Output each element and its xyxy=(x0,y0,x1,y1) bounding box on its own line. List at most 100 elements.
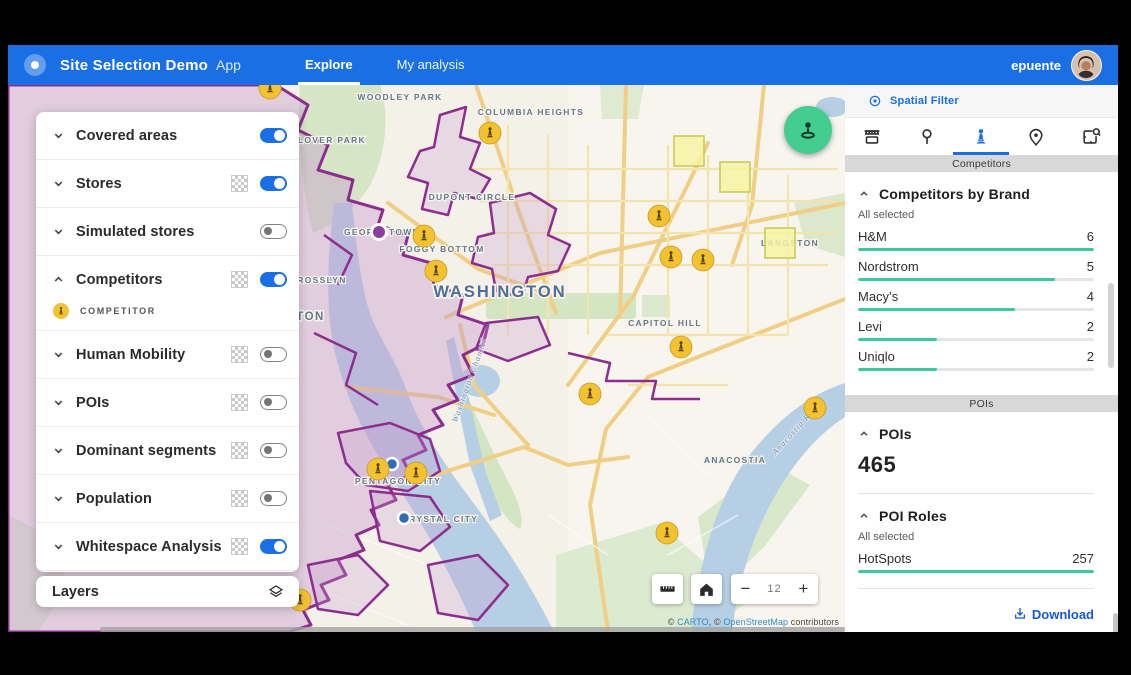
competitors-by-brand-header[interactable]: Competitors by Brand xyxy=(858,186,1094,202)
competitor-marker[interactable] xyxy=(648,205,670,227)
bar-row[interactable]: HotSpots 257 xyxy=(858,551,1094,573)
competitor-marker[interactable] xyxy=(479,122,501,144)
layer-visibility-toggle[interactable] xyxy=(260,443,287,458)
layer-visibility-toggle[interactable] xyxy=(260,395,287,410)
chevron-down-icon[interactable] xyxy=(52,540,65,553)
tab-pois[interactable] xyxy=(1009,118,1064,155)
layer-row[interactable]: Covered areas xyxy=(36,112,299,159)
panel-scrollbar[interactable] xyxy=(1113,613,1118,632)
tab-whitespace[interactable] xyxy=(1063,118,1118,155)
horizontal-scrollbar[interactable] xyxy=(100,627,845,632)
section-title: POIs xyxy=(879,426,912,442)
layer-style-swatch[interactable] xyxy=(231,394,248,411)
chevron-down-icon[interactable] xyxy=(52,396,65,409)
layer-row[interactable]: Whitespace Analysis xyxy=(36,523,299,570)
whitespace-cell-marker[interactable] xyxy=(720,162,750,192)
competitor-marker[interactable] xyxy=(367,458,389,480)
measure-button[interactable] xyxy=(652,574,683,604)
layer-visibility-toggle[interactable] xyxy=(260,491,287,506)
map-label: PENTAGON CITY xyxy=(355,476,441,486)
tab-explore[interactable]: Explore xyxy=(283,45,375,85)
layer-visibility-toggle[interactable] xyxy=(260,176,287,191)
layers-footer[interactable]: Layers xyxy=(36,576,299,607)
bar-row[interactable]: Levi 2 xyxy=(858,319,1094,341)
layer-visibility-toggle[interactable] xyxy=(260,128,287,143)
competitor-marker[interactable] xyxy=(670,336,692,358)
bar-fill xyxy=(858,308,1015,311)
chevron-down-icon[interactable] xyxy=(52,348,65,361)
user-avatar[interactable] xyxy=(1071,50,1102,81)
layer-row[interactable]: POIs xyxy=(36,379,299,426)
layer-visibility-toggle[interactable] xyxy=(260,539,287,554)
map-label: WASHINGTON xyxy=(433,283,566,301)
layer-block: Population xyxy=(36,474,299,522)
competitor-marker[interactable] xyxy=(413,225,435,247)
carto-link[interactable]: CARTO xyxy=(677,617,709,627)
tab-competitors[interactable] xyxy=(954,118,1009,155)
chevron-down-icon[interactable] xyxy=(52,129,65,142)
layer-row[interactable]: Competitors xyxy=(36,256,299,303)
bar-row[interactable]: Nordstrom 5 xyxy=(858,259,1094,281)
panel-scrollbar[interactable] xyxy=(1108,283,1114,368)
all-selected-label: All selected xyxy=(858,531,1094,543)
zoom-out-button[interactable]: − xyxy=(731,574,760,604)
layer-row[interactable]: Human Mobility xyxy=(36,331,299,378)
layer-visibility-toggle[interactable] xyxy=(260,224,287,239)
layer-style-swatch[interactable] xyxy=(231,538,248,555)
chevron-down-icon[interactable] xyxy=(52,177,65,190)
map-attribution: © CARTO, © OpenStreetMap contributors xyxy=(668,617,839,627)
bar-row[interactable]: H&M 6 xyxy=(858,229,1094,251)
layer-block: Human Mobility xyxy=(36,330,299,378)
poi-roles-header[interactable]: POI Roles xyxy=(858,508,1094,524)
spatial-filter-label: Spatial Filter xyxy=(890,95,959,107)
chevron-down-icon[interactable] xyxy=(52,225,65,238)
pois-header[interactable]: POIs xyxy=(858,426,1094,442)
layer-row[interactable]: Dominant segments xyxy=(36,427,299,474)
competitors-section-bar: Competitors xyxy=(845,155,1118,172)
competitor-marker[interactable] xyxy=(804,397,826,419)
whitespace-cell-marker[interactable] xyxy=(765,228,795,258)
layer-style-swatch[interactable] xyxy=(231,175,248,192)
map-label: GLOVER PARK xyxy=(290,135,366,145)
competitor-marker[interactable] xyxy=(405,462,427,484)
tab-stores[interactable] xyxy=(845,118,900,155)
brand-bar-list: H&M 6 Nordstrom 5 Macy’s 4 Levi 2 xyxy=(858,229,1094,371)
layer-row[interactable] xyxy=(36,571,299,572)
app-logo-icon[interactable] xyxy=(24,54,46,76)
layer-visibility-toggle[interactable] xyxy=(260,272,287,287)
ruler-icon xyxy=(658,579,677,599)
layer-row[interactable]: Population xyxy=(36,475,299,522)
spatial-selection-fab[interactable] xyxy=(784,106,832,154)
download-label: Download xyxy=(1032,607,1094,622)
competitor-marker[interactable] xyxy=(692,249,714,271)
store-marker[interactable] xyxy=(398,512,410,524)
chevron-down-icon[interactable] xyxy=(52,492,65,505)
competitor-marker[interactable] xyxy=(660,246,682,268)
openstreetmap-link[interactable]: OpenStreetMap xyxy=(723,617,788,627)
competitor-marker[interactable] xyxy=(579,383,601,405)
whitespace-cell-marker[interactable] xyxy=(674,136,704,166)
chevron-down-icon[interactable] xyxy=(52,444,65,457)
download-icon xyxy=(1012,606,1028,622)
app-window: Site Selection Demo App Explore My analy… xyxy=(8,45,1118,632)
layer-row[interactable]: Stores xyxy=(36,160,299,207)
layer-style-swatch[interactable] xyxy=(231,271,248,288)
layer-visibility-toggle[interactable] xyxy=(260,347,287,362)
layer-style-swatch[interactable] xyxy=(231,346,248,363)
bar-row[interactable]: Uniqlo 2 xyxy=(858,349,1094,371)
avatar-image xyxy=(1072,51,1100,79)
competitor-marker[interactable] xyxy=(425,260,447,282)
layer-style-swatch[interactable] xyxy=(231,442,248,459)
competitor-marker[interactable] xyxy=(656,522,678,544)
chevron-up-icon[interactable] xyxy=(52,273,65,286)
bar-row[interactable]: Macy’s 4 xyxy=(858,289,1094,311)
zoom-in-button[interactable]: + xyxy=(789,574,818,604)
download-button[interactable]: Download xyxy=(1012,606,1094,622)
home-button[interactable] xyxy=(691,574,722,604)
tab-my-analysis[interactable]: My analysis xyxy=(375,45,487,85)
tab-simulated-stores[interactable] xyxy=(900,118,955,155)
layer-style-swatch[interactable] xyxy=(231,490,248,507)
selected-store-marker[interactable] xyxy=(372,225,387,240)
layer-row[interactable]: Simulated stores xyxy=(36,208,299,255)
spatial-filter-button[interactable]: Spatial Filter xyxy=(845,85,1118,118)
